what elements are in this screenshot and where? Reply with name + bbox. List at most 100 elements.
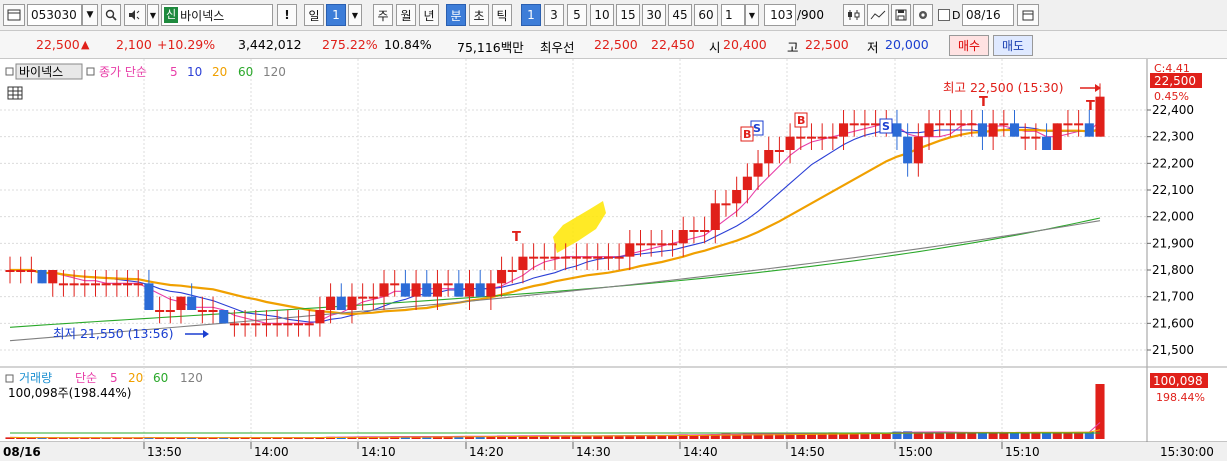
candle-body: [828, 136, 838, 139]
candle-body: [454, 283, 464, 297]
interval-input[interactable]: 1: [721, 4, 745, 26]
d-checkbox[interactable]: [938, 9, 950, 21]
stock-name: 바이넥스: [180, 8, 225, 23]
candle-body: [774, 150, 784, 152]
save-icon[interactable]: [891, 4, 911, 26]
candle-body: [1031, 136, 1041, 139]
period-second-button[interactable]: 초: [469, 4, 489, 26]
count-input[interactable]: 103: [764, 4, 796, 26]
volume-label: 거래량: [19, 371, 52, 385]
open-label: 시: [709, 40, 721, 55]
candle-body: [732, 190, 742, 204]
sell-button[interactable]: 매도: [993, 35, 1033, 56]
code-dropdown-icon[interactable]: ▼: [82, 4, 98, 26]
candle-body: [16, 270, 26, 272]
price-tick-label: 21,600: [1152, 316, 1194, 330]
ma-5-label: 5: [170, 65, 178, 79]
candle-body: [550, 256, 560, 259]
interval-dropdown-icon[interactable]: ▼: [745, 4, 759, 26]
signal-marker-label: B: [743, 128, 751, 141]
speaker-dropdown-icon[interactable]: ▼: [147, 4, 159, 26]
candle-body: [507, 270, 517, 272]
alert-button[interactable]: !: [277, 4, 297, 26]
interval-60-button[interactable]: 60: [694, 4, 718, 26]
candle-body: [379, 283, 389, 297]
date-input[interactable]: 08/16: [962, 4, 1014, 26]
period-year-button[interactable]: 년: [419, 4, 439, 26]
current-price-box-text: 22,500: [1154, 74, 1196, 88]
price-change-pct: +10.29%: [157, 37, 216, 52]
candle-body: [796, 136, 806, 139]
low-price: 20,000: [885, 37, 929, 52]
candle-body: [251, 323, 261, 326]
period-week-button[interactable]: 주: [373, 4, 393, 26]
right-corner-label: C:4.41: [1154, 62, 1190, 75]
gear-icon[interactable]: [913, 4, 933, 26]
stock-name-field[interactable]: 신 바이넥스: [161, 4, 273, 26]
current-volume-box-text: 100,098: [1153, 374, 1203, 388]
ma-120-label: 120: [263, 65, 286, 79]
candle-body: [58, 283, 68, 286]
vol-legend-box: [5, 374, 14, 383]
vol-ma-120-label: 120: [180, 371, 203, 385]
x-axis-end-time: 15:30:00: [1160, 445, 1214, 459]
draw-tool-icon[interactable]: [867, 4, 889, 26]
signal-marker-label: S: [882, 120, 890, 133]
price-tick-label: 21,800: [1152, 263, 1194, 277]
period-tick-button[interactable]: 틱: [492, 4, 512, 26]
interval-5-button[interactable]: 5: [567, 4, 587, 26]
candle-body: [967, 123, 977, 126]
stock-chart[interactable]: 22,400 22,300 22,200 22,100 22,000 21,900 21,8…: [0, 59, 1227, 461]
period-num-input[interactable]: 1: [326, 4, 346, 26]
time-tick-label: 14:30: [576, 445, 611, 459]
best-quote-label: 최우선: [540, 40, 575, 55]
candle-body: [69, 283, 79, 286]
candle-body: [518, 256, 528, 270]
time-tick-label: 15:00: [898, 445, 933, 459]
candle-body: [849, 123, 859, 126]
candle-body: [646, 243, 656, 246]
candle-body: [838, 123, 849, 137]
candle-body: [561, 256, 571, 259]
candle-body: [208, 310, 218, 312]
candle-body: [165, 310, 175, 312]
interval-10-button[interactable]: 10: [590, 4, 614, 26]
period-dropdown-icon[interactable]: ▼: [348, 4, 362, 26]
candle-body: [123, 283, 133, 286]
calendar-icon[interactable]: [1017, 4, 1039, 26]
candle-body: [443, 283, 453, 286]
period-month-button[interactable]: 월: [396, 4, 416, 26]
buy-button[interactable]: 매수: [949, 35, 989, 56]
candle-body: [1042, 136, 1052, 150]
stock-label: 바이넥스: [19, 65, 63, 79]
candle-body: [678, 230, 688, 244]
signal-marker-label: S: [753, 122, 761, 135]
period-day-button[interactable]: 일: [304, 4, 324, 26]
volume-info: 100,098주(198.44%): [8, 386, 131, 400]
candle-type-icon[interactable]: [843, 4, 865, 26]
candle-body: [336, 296, 346, 310]
price-tick-label: 22,300: [1152, 130, 1194, 144]
candle-body: [635, 243, 646, 246]
chart-window-icon[interactable]: [3, 4, 25, 26]
time-tick-label: 14:20: [469, 445, 504, 459]
price-tick-label: 22,400: [1152, 103, 1194, 117]
candle-body: [261, 323, 272, 326]
high-price: 22,500: [805, 37, 849, 52]
candle-body: [956, 123, 966, 126]
candle-body: [176, 296, 186, 310]
interval-3-button[interactable]: 3: [544, 4, 564, 26]
interval-30-button[interactable]: 30: [642, 4, 666, 26]
period-minute-button[interactable]: 분: [446, 4, 466, 26]
legend-box: [5, 67, 14, 76]
candle-body: [785, 136, 795, 150]
stock-code-input[interactable]: 053030: [27, 4, 82, 26]
speaker-icon[interactable]: [124, 4, 146, 26]
interval-45-button[interactable]: 45: [668, 4, 692, 26]
search-icon[interactable]: [101, 4, 121, 26]
interval-1-button[interactable]: 1: [521, 4, 541, 26]
candle-body: [977, 123, 987, 137]
price-tick-label: 21,500: [1152, 343, 1194, 357]
interval-15-button[interactable]: 15: [616, 4, 640, 26]
table-icon[interactable]: [7, 86, 23, 100]
